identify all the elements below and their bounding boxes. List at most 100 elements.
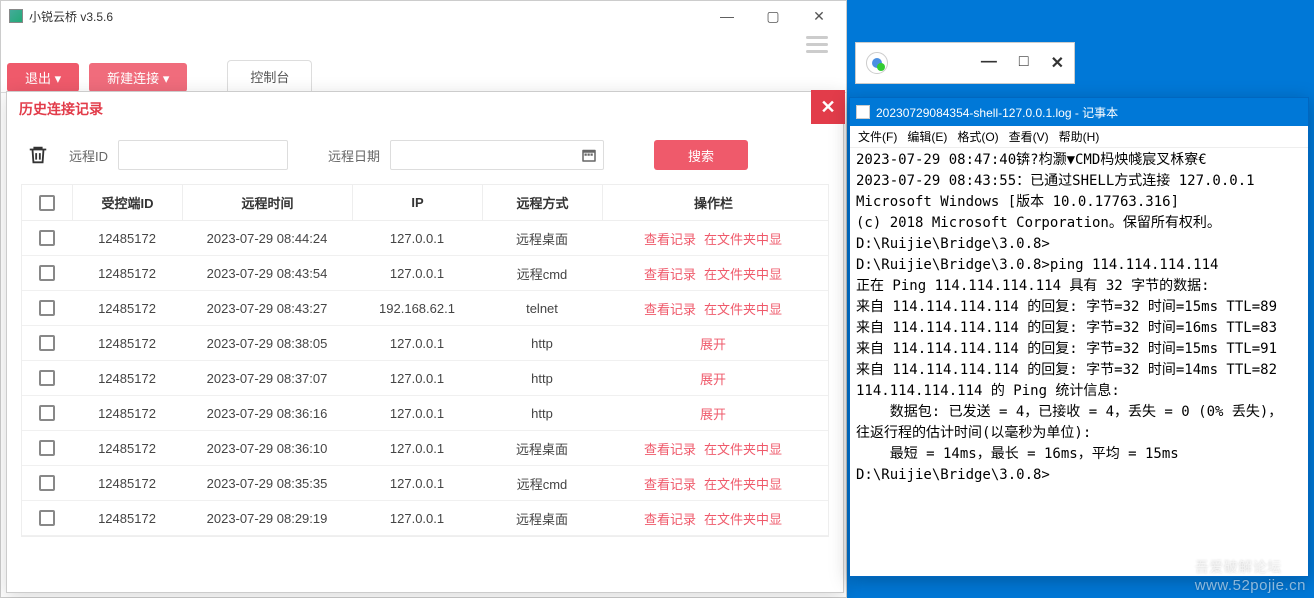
open-folder-link[interactable]: 在文件夹中显 bbox=[704, 512, 782, 527]
menu-file[interactable]: 文件(F) bbox=[854, 126, 901, 147]
row-checkbox[interactable] bbox=[39, 440, 55, 456]
table-row: 124851722023-07-29 08:36:16127.0.0.1http… bbox=[22, 396, 828, 431]
table-row: 124851722023-07-29 08:38:05127.0.0.1http… bbox=[22, 326, 828, 361]
app-titlebar[interactable]: 小锐云桥 v3.5.6 — ▢ ✕ bbox=[1, 1, 846, 31]
cell-id: 12485172 bbox=[72, 336, 182, 351]
cell-ops: 查看记录在文件夹中显 bbox=[602, 299, 828, 318]
row-checkbox[interactable] bbox=[39, 370, 55, 386]
header-ip[interactable]: IP bbox=[352, 185, 482, 220]
cell-id: 12485172 bbox=[72, 511, 182, 526]
row-checkbox[interactable] bbox=[39, 405, 55, 421]
menu-view[interactable]: 查看(V) bbox=[1005, 126, 1053, 147]
open-folder-link[interactable]: 在文件夹中显 bbox=[704, 232, 782, 247]
header-method[interactable]: 远程方式 bbox=[482, 185, 602, 220]
cell-method: 远程cmd bbox=[482, 474, 602, 493]
cell-method: 远程cmd bbox=[482, 264, 602, 283]
row-checkbox[interactable] bbox=[39, 300, 55, 316]
table-row: 124851722023-07-29 08:43:54127.0.0.1远程cm… bbox=[22, 256, 828, 291]
notepad-icon bbox=[856, 105, 870, 119]
open-folder-link[interactable]: 在文件夹中显 bbox=[704, 302, 782, 317]
select-all-checkbox[interactable] bbox=[39, 195, 55, 211]
cell-id: 12485172 bbox=[72, 231, 182, 246]
bg-maximize-button[interactable]: □ bbox=[1019, 53, 1029, 73]
cell-ops: 查看记录在文件夹中显 bbox=[602, 439, 828, 458]
background-window-controls[interactable]: ― □ ✕ bbox=[855, 42, 1075, 84]
menu-format[interactable]: 格式(O) bbox=[953, 126, 1002, 147]
cell-time: 2023-07-29 08:43:27 bbox=[182, 301, 352, 316]
history-modal: 历史连接记录 ✕ 远程ID 远程日期 搜索 受控端ID 远程时间 IP 远程方式… bbox=[6, 91, 844, 593]
app-title: 小锐云桥 v3.5.6 bbox=[29, 8, 113, 25]
view-record-link[interactable]: 查看记录 bbox=[644, 512, 696, 527]
hamburger-menu[interactable] bbox=[1, 31, 846, 57]
row-checkbox[interactable] bbox=[39, 510, 55, 526]
cell-ip: 192.168.62.1 bbox=[352, 301, 482, 316]
table-row: 124851722023-07-29 08:36:10127.0.0.1远程桌面… bbox=[22, 431, 828, 466]
header-time[interactable]: 远程时间 bbox=[182, 185, 352, 220]
open-folder-link[interactable]: 在文件夹中显 bbox=[704, 267, 782, 282]
tab-console[interactable]: 控制台 bbox=[227, 60, 312, 92]
cell-ops: 查看记录在文件夹中显 bbox=[602, 509, 828, 528]
notepad-window: 20230729084354-shell-127.0.0.1.log - 记事本… bbox=[849, 97, 1309, 577]
notepad-titlebar[interactable]: 20230729084354-shell-127.0.0.1.log - 记事本 bbox=[850, 98, 1308, 126]
search-button[interactable]: 搜索 bbox=[654, 140, 748, 170]
chevron-down-icon: ▾ bbox=[163, 71, 170, 86]
view-record-link[interactable]: 查看记录 bbox=[644, 302, 696, 317]
hamburger-icon bbox=[806, 36, 828, 53]
open-folder-link[interactable]: 在文件夹中显 bbox=[704, 477, 782, 492]
cell-ip: 127.0.0.1 bbox=[352, 511, 482, 526]
cell-id: 12485172 bbox=[72, 441, 182, 456]
cell-time: 2023-07-29 08:29:19 bbox=[182, 511, 352, 526]
cell-ip: 127.0.0.1 bbox=[352, 266, 482, 281]
maximize-button[interactable]: ▢ bbox=[750, 2, 796, 30]
minimize-button[interactable]: — bbox=[704, 2, 750, 30]
cell-ip: 127.0.0.1 bbox=[352, 476, 482, 491]
avatar-icon[interactable] bbox=[866, 52, 888, 74]
bg-close-button[interactable]: ✕ bbox=[1051, 53, 1064, 73]
remote-id-input[interactable] bbox=[118, 140, 288, 170]
close-button[interactable]: ✕ bbox=[796, 2, 842, 30]
cell-method: http bbox=[482, 406, 602, 421]
view-record-link[interactable]: 查看记录 bbox=[644, 232, 696, 247]
table-row: 124851722023-07-29 08:37:07127.0.0.1http… bbox=[22, 361, 828, 396]
tabs-row: 退出 ▾ 新建连接 ▾ 控制台 bbox=[1, 57, 846, 93]
modal-close-button[interactable]: ✕ bbox=[811, 90, 845, 124]
expand-link[interactable]: 展开 bbox=[700, 372, 726, 387]
calendar-icon[interactable] bbox=[580, 146, 598, 164]
view-record-link[interactable]: 查看记录 bbox=[644, 477, 696, 492]
expand-link[interactable]: 展开 bbox=[700, 407, 726, 422]
bg-minimize-button[interactable]: ― bbox=[981, 53, 997, 73]
header-id[interactable]: 受控端ID bbox=[72, 185, 182, 220]
app-icon bbox=[9, 9, 23, 23]
cell-ops: 查看记录在文件夹中显 bbox=[602, 264, 828, 283]
menu-edit[interactable]: 编辑(E) bbox=[903, 126, 951, 147]
view-record-link[interactable]: 查看记录 bbox=[644, 442, 696, 457]
new-connection-dropdown[interactable]: 新建连接 ▾ bbox=[89, 63, 187, 92]
row-checkbox[interactable] bbox=[39, 230, 55, 246]
expand-link[interactable]: 展开 bbox=[700, 337, 726, 352]
remote-date-input[interactable] bbox=[390, 140, 604, 170]
cell-method: 远程桌面 bbox=[482, 229, 602, 248]
cell-time: 2023-07-29 08:38:05 bbox=[182, 336, 352, 351]
row-checkbox[interactable] bbox=[39, 335, 55, 351]
cell-id: 12485172 bbox=[72, 266, 182, 281]
cell-ops: 展开 bbox=[602, 334, 828, 353]
menu-help[interactable]: 帮助(H) bbox=[1055, 126, 1104, 147]
cell-time: 2023-07-29 08:36:16 bbox=[182, 406, 352, 421]
cell-ops: 查看记录在文件夹中显 bbox=[602, 474, 828, 493]
watermark: 吾爱破解论坛 www.52pojie.cn bbox=[1195, 557, 1306, 594]
notepad-body[interactable]: 2023-07-29 08:47:40锛?枃灏▼CMD杩炴帴宸叉柇寮€ 2023… bbox=[850, 148, 1308, 488]
cell-ops: 展开 bbox=[602, 404, 828, 423]
remote-date-label: 远程日期 bbox=[328, 146, 380, 165]
view-record-link[interactable]: 查看记录 bbox=[644, 267, 696, 282]
open-folder-link[interactable]: 在文件夹中显 bbox=[704, 442, 782, 457]
trash-icon[interactable] bbox=[25, 142, 51, 168]
cell-id: 12485172 bbox=[72, 371, 182, 386]
table-row: 124851722023-07-29 08:35:35127.0.0.1远程cm… bbox=[22, 466, 828, 501]
row-checkbox[interactable] bbox=[39, 265, 55, 281]
exit-dropdown[interactable]: 退出 ▾ bbox=[7, 63, 79, 92]
row-checkbox[interactable] bbox=[39, 475, 55, 491]
header-ops[interactable]: 操作栏 bbox=[602, 185, 828, 220]
remote-id-label: 远程ID bbox=[69, 146, 108, 165]
notepad-menu: 文件(F) 编辑(E) 格式(O) 查看(V) 帮助(H) bbox=[850, 126, 1308, 148]
cell-method: http bbox=[482, 336, 602, 351]
